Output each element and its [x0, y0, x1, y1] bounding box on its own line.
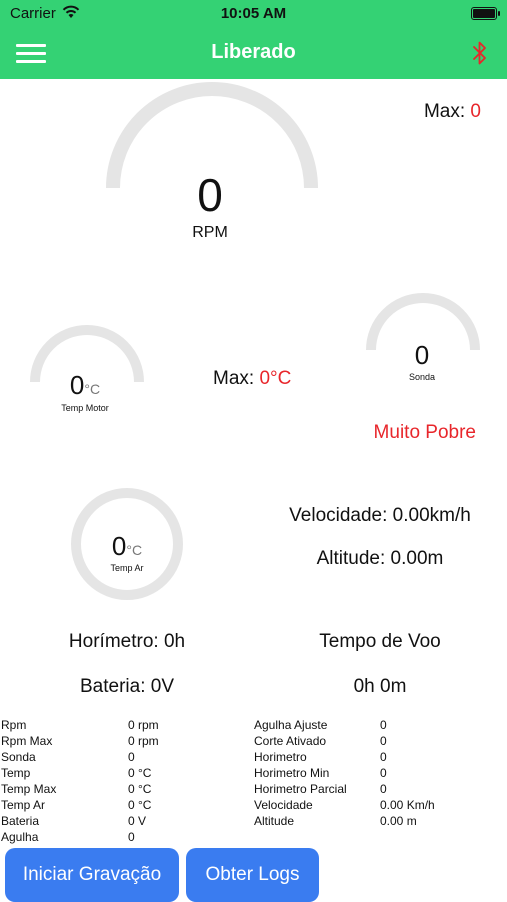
- temp-ar-unit: °C: [126, 542, 143, 558]
- table-value: 0 °C: [128, 766, 152, 780]
- table-row: Agulha 0: [1, 829, 241, 845]
- table-key: Rpm: [1, 718, 27, 732]
- table-value: 0 rpm: [128, 734, 159, 748]
- table-key: Corte Ativado: [254, 734, 327, 748]
- table-row: Rpm 0 rpm: [1, 717, 241, 733]
- table-row: Velocidade 0.00 Km/h: [254, 797, 504, 813]
- table-row: Temp Max 0 °C: [1, 781, 241, 797]
- rpm-max-value: 0: [470, 101, 481, 122]
- velocidade-label: Velocidade: 0.00km/h: [289, 505, 471, 526]
- table-key: Agulha: [1, 830, 39, 844]
- status-bar: Carrier 10:05 AM: [0, 0, 507, 28]
- start-recording-button[interactable]: Iniciar Gravação: [5, 848, 179, 902]
- table-value: 0: [380, 734, 387, 748]
- table-value: 0: [380, 782, 387, 796]
- horimetro-label: Horímetro: 0h: [68, 631, 186, 652]
- temp-motor-unit: °C: [84, 381, 101, 397]
- table-row: Altitude 0.00 m: [254, 813, 504, 829]
- table-row: Temp 0 °C: [1, 765, 241, 781]
- table-key: Temp Ar: [1, 798, 46, 812]
- table-value: 0: [380, 718, 387, 732]
- table-row: Bateria 0 V: [1, 813, 241, 829]
- temp-motor-value: 0°C: [35, 370, 135, 401]
- get-logs-button[interactable]: Obter Logs: [186, 848, 319, 902]
- table-row: Horimetro Parcial 0: [254, 781, 504, 797]
- table-key: Temp Max: [1, 782, 57, 796]
- table-value: 0: [128, 750, 135, 764]
- temp-ar-number: 0: [111, 531, 127, 561]
- table-value: 0 rpm: [128, 718, 159, 732]
- temp-ar-value: 0°C: [77, 531, 177, 562]
- table-row: Agulha Ajuste 0: [254, 717, 504, 733]
- temp-max-label: Max:: [213, 368, 260, 389]
- table-value: 0.00 Km/h: [380, 798, 435, 812]
- table-key: Bateria: [1, 814, 40, 828]
- temp-motor-label: Temp Motor: [61, 403, 109, 413]
- telemetry-table-left: Rpm 0 rpm Rpm Max 0 rpm Sonda 0 Temp 0 °C Te…: [1, 717, 241, 845]
- nav-bar: Liberado: [0, 28, 507, 79]
- rpm-max-label: Max:: [423, 101, 471, 122]
- temp-ar-label: Temp Ar: [110, 563, 144, 573]
- table-key: Altitude: [254, 814, 295, 828]
- table-key: Velocidade: [254, 798, 313, 812]
- table-value: 0: [380, 766, 387, 780]
- telemetry-table-right: Agulha Ajuste 0 Corte Ativado 0 Horimetro 0…: [254, 717, 504, 829]
- table-key: Rpm Max: [1, 734, 53, 748]
- battery-icon: [471, 7, 500, 20]
- table-value: 0: [380, 750, 387, 764]
- table-value: 0 °C: [128, 782, 152, 796]
- tempo-voo-label: Tempo de Voo: [319, 631, 441, 652]
- table-key: Horimetro Min: [254, 766, 330, 780]
- table-row: Horimetro 0: [254, 749, 504, 765]
- table-key: Horimetro Parcial: [254, 782, 347, 796]
- sonda-value: 0: [414, 340, 430, 370]
- table-value: 0 °C: [128, 798, 152, 812]
- temp-max-value: 0°C: [259, 368, 292, 389]
- table-value: 0.00 m: [380, 814, 417, 828]
- rpm-value: 0: [197, 169, 223, 221]
- table-value: 0: [128, 830, 135, 844]
- temp-max: Max: 0°C: [213, 368, 291, 390]
- table-row: Corte Ativado 0: [254, 733, 504, 749]
- table-row: Horimetro Min 0: [254, 765, 504, 781]
- bluetooth-icon[interactable]: [471, 39, 489, 67]
- bateria-label: Bateria: 0V: [80, 676, 174, 697]
- table-key: Horimetro: [254, 750, 307, 764]
- sonda-label: Sonda: [408, 372, 436, 382]
- table-value: 0 V: [128, 814, 147, 828]
- rpm-max: Max: 0: [424, 101, 481, 123]
- page-title: Liberado: [211, 41, 296, 63]
- table-key: Agulha Ajuste: [254, 718, 328, 732]
- clock: 10:05 AM: [220, 5, 287, 22]
- table-row: Temp Ar 0 °C: [1, 797, 241, 813]
- sonda-status: Muito Pobre: [373, 422, 476, 443]
- rpm-label: RPM: [192, 224, 228, 241]
- altitude-label: Altitude: 0.00m: [316, 548, 444, 569]
- temp-motor-number: 0: [69, 370, 85, 400]
- table-row: Sonda 0: [1, 749, 241, 765]
- tempo-voo-value: 0h 0m: [353, 676, 407, 697]
- table-key: Temp: [1, 766, 31, 780]
- table-row: Rpm Max 0 rpm: [1, 733, 241, 749]
- table-key: Sonda: [1, 750, 36, 764]
